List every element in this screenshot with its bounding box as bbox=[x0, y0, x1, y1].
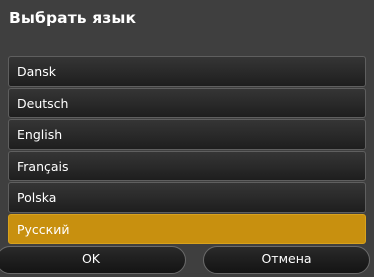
language-list: Dansk Deutsch English Français Polska Ру… bbox=[8, 56, 366, 245]
language-dialog: Выбрать язык Dansk Deutsch English Franç… bbox=[0, 0, 374, 277]
language-option-dansk[interactable]: Dansk bbox=[8, 56, 366, 87]
language-option-francais[interactable]: Français bbox=[8, 150, 366, 181]
dialog-title: Выбрать язык bbox=[9, 9, 137, 27]
language-option-deutsch[interactable]: Deutsch bbox=[8, 87, 366, 118]
cancel-button[interactable]: Отмена bbox=[203, 246, 370, 274]
button-bar: OK Отмена bbox=[0, 246, 374, 274]
ok-button[interactable]: OK bbox=[0, 246, 186, 274]
language-option-english[interactable]: English bbox=[8, 119, 366, 150]
language-option-russian[interactable]: Русский bbox=[8, 213, 366, 244]
language-option-polska[interactable]: Polska bbox=[8, 182, 366, 213]
